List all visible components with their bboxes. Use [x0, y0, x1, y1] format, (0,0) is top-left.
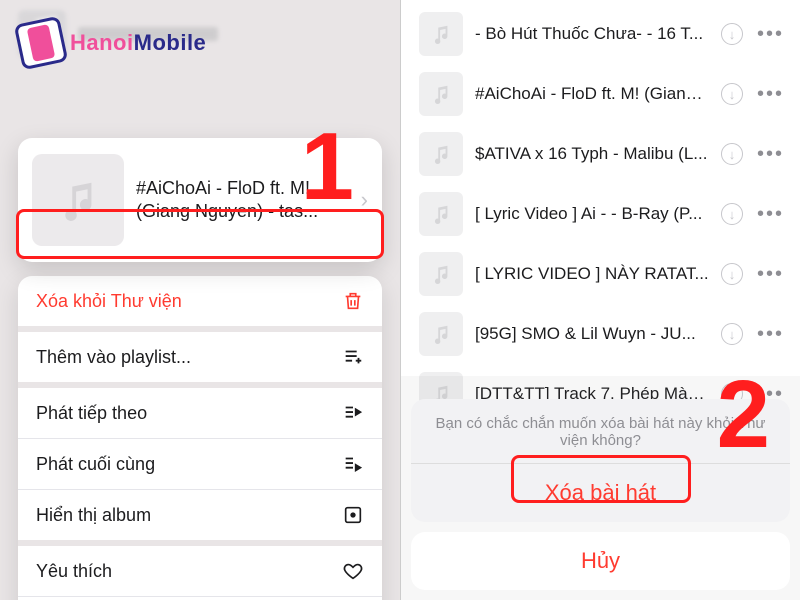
song-row-title: $ATIVA x 16 Typh - Malibu (L...	[475, 144, 709, 164]
step2-pane: - Bò Hút Thuốc Chưa- - 16 T... ↓ ••• #AiCh…	[400, 0, 800, 600]
cancel-button[interactable]: Hủy	[411, 532, 790, 590]
action-label: Hiển thị album	[36, 505, 151, 526]
song-row-title: [ LYRIC VIDEO ] NÀY RATAT...	[475, 264, 709, 284]
step-number-2: 2	[717, 360, 770, 470]
step-number-1: 1	[301, 112, 354, 222]
chevron-right-icon[interactable]: ›	[361, 187, 368, 213]
delete-song-button[interactable]: Xóa bài hát	[411, 464, 790, 522]
more-icon[interactable]: •••	[755, 143, 786, 166]
list-item[interactable]: #AiChoAi - FloD ft. M! (Giang... ↓ •••	[401, 64, 800, 124]
action-label: Xóa khỏi Thư viện	[36, 291, 182, 312]
download-icon[interactable]: ↓	[721, 23, 743, 45]
show-album-button[interactable]: Hiển thị album	[18, 490, 382, 546]
song-row-title: #AiChoAi - FloD ft. M! (Giang...	[475, 84, 709, 104]
more-icon[interactable]: •••	[755, 83, 786, 106]
add-to-playlist-button[interactable]: Thêm vào playlist...	[18, 332, 382, 388]
more-icon[interactable]: •••	[755, 263, 786, 286]
song-row-title: [ Lyric Video ] Ai - - B-Ray (P...	[475, 204, 709, 224]
play-next-button[interactable]: Phát tiếp theo	[18, 388, 382, 439]
watermark-text-b: Mobile	[134, 30, 207, 55]
trash-icon	[342, 290, 364, 312]
more-icon[interactable]: •••	[755, 23, 786, 46]
music-note-icon	[419, 252, 463, 296]
song-row-title: - Bò Hút Thuốc Chưa- - 16 T...	[475, 24, 709, 44]
play-last-icon	[342, 453, 364, 475]
playlist-add-icon	[342, 346, 364, 368]
watermark-phone-icon	[14, 16, 69, 71]
list-item[interactable]: $ATIVA x 16 Typh - Malibu (L... ↓ •••	[401, 124, 800, 184]
music-note-icon	[419, 132, 463, 176]
love-button[interactable]: Yêu thích	[18, 546, 382, 597]
download-icon[interactable]: ↓	[721, 323, 743, 345]
album-icon	[342, 504, 364, 526]
download-icon[interactable]: ↓	[721, 203, 743, 225]
music-note-icon	[419, 312, 463, 356]
more-icon[interactable]: •••	[755, 203, 786, 226]
more-icon[interactable]: •••	[755, 323, 786, 346]
music-note-icon	[419, 192, 463, 236]
action-label: Yêu thích	[36, 561, 112, 582]
watermark-logo: HanoiMobile	[18, 20, 206, 66]
play-last-button[interactable]: Phát cuối cùng	[18, 439, 382, 490]
action-label: Phát tiếp theo	[36, 403, 147, 424]
heart-icon	[342, 560, 364, 582]
action-label: Thêm vào playlist...	[36, 347, 191, 368]
delete-from-library-button[interactable]: Xóa khỏi Thư viện	[18, 276, 382, 332]
list-item[interactable]: - Bò Hút Thuốc Chưa- - 16 T... ↓ •••	[401, 4, 800, 64]
music-note-icon	[419, 12, 463, 56]
download-icon[interactable]: ↓	[721, 83, 743, 105]
music-note-icon	[419, 72, 463, 116]
context-menu: Xóa khỏi Thư viện Thêm vào playlist... P…	[18, 276, 382, 600]
download-icon[interactable]: ↓	[721, 263, 743, 285]
list-item[interactable]: [95G] SMO & Lil Wuyn - JU... ↓ •••	[401, 304, 800, 364]
action-label: Phát cuối cùng	[36, 454, 155, 475]
list-item[interactable]: [ LYRIC VIDEO ] NÀY RATAT... ↓ •••	[401, 244, 800, 304]
play-next-icon	[342, 402, 364, 424]
album-art-placeholder	[32, 154, 124, 246]
watermark-text-a: Hanoi	[70, 30, 134, 55]
download-icon[interactable]: ↓	[721, 143, 743, 165]
song-row-title: [95G] SMO & Lil Wuyn - JU...	[475, 324, 709, 344]
step1-pane: HanoiMobile #AiChoAi - FloD ft. M! (Gian…	[0, 0, 400, 600]
list-item[interactable]: [ Lyric Video ] Ai - - B-Ray (P... ↓ •••	[401, 184, 800, 244]
